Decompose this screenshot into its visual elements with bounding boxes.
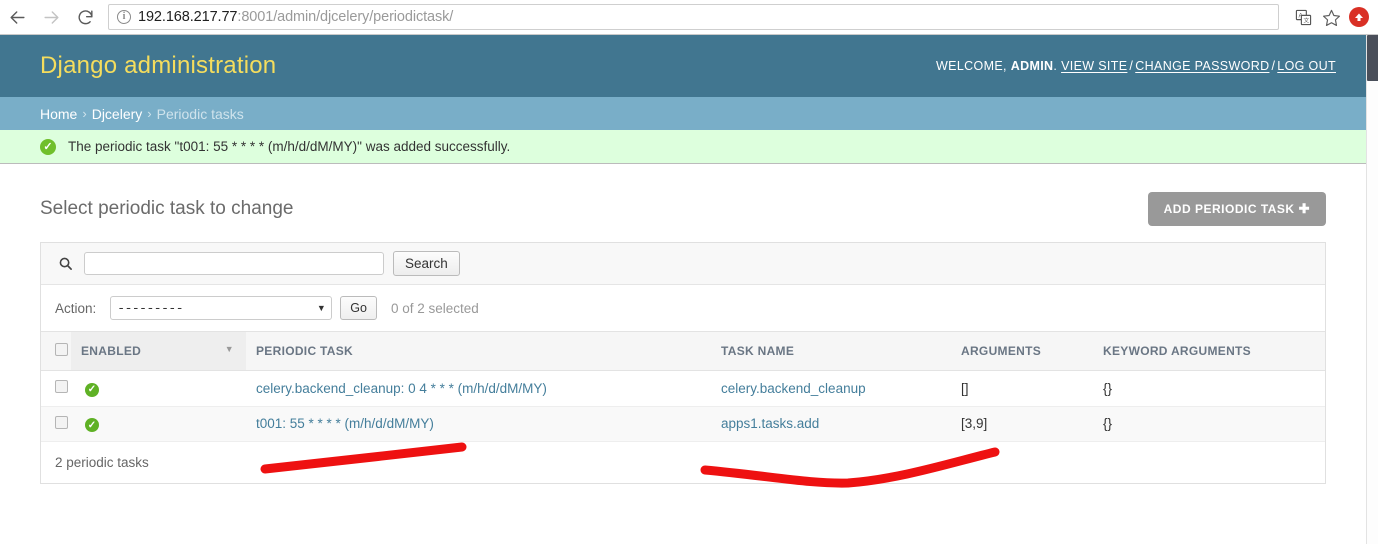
row-keyword-arguments-cell: {} xyxy=(1093,406,1325,442)
content-header: Select periodic task to change ADD PERIO… xyxy=(40,188,1326,230)
row-enabled-cell: ✓ xyxy=(71,406,246,442)
page-info-icon[interactable]: i xyxy=(117,10,131,24)
table-row: ✓ t001: 55 * * * * (m/h/d/dM/MY) apps1.t… xyxy=(41,406,1325,442)
breadcrumb-djcelery[interactable]: Djcelery xyxy=(92,106,143,122)
table-header-row: ENABLED ▼ PERIODIC TASK TASK NAME ARGUME… xyxy=(41,331,1325,371)
browser-toolbar: i 192.168.217.77:8001/admin/djcelery/per… xyxy=(0,0,1378,35)
main-content: Select periodic task to change ADD PERIO… xyxy=(0,164,1366,484)
search-button[interactable]: Search xyxy=(393,251,460,276)
selection-counter: 0 of 2 selected xyxy=(390,300,479,316)
address-bar[interactable]: i 192.168.217.77:8001/admin/djcelery/per… xyxy=(108,4,1279,30)
periodic-task-link[interactable]: celery.backend_cleanup: 0 4 * * * (m/h/d… xyxy=(256,381,547,396)
page-title: Select periodic task to change xyxy=(40,198,294,219)
task-name-link[interactable]: apps1.tasks.add xyxy=(721,416,819,431)
breadcrumb: Home › Djcelery › Periodic tasks xyxy=(0,97,1366,130)
back-button[interactable] xyxy=(0,0,34,34)
row-task-name-cell: apps1.tasks.add xyxy=(711,406,951,442)
column-header-enabled[interactable]: ENABLED ▼ xyxy=(71,331,246,371)
periodic-task-link[interactable]: t001: 55 * * * * (m/h/d/dM/MY) xyxy=(256,416,434,431)
star-icon[interactable] xyxy=(1317,2,1345,32)
changelist-panel: Search Action: --------- ▼ Go 0 of 2 sel… xyxy=(40,242,1326,484)
column-header-select-all[interactable] xyxy=(41,331,71,371)
action-select[interactable]: --------- ▼ xyxy=(110,296,333,320)
breadcrumb-separator-1: › xyxy=(82,106,87,121)
row-checkbox[interactable] xyxy=(55,380,68,394)
column-header-periodic-task[interactable]: PERIODIC TASK xyxy=(246,331,711,371)
welcome-text: WELCOME, xyxy=(935,59,1007,73)
url-host: 192.168.217.77 xyxy=(138,9,238,25)
plus-icon: ✚ xyxy=(1298,201,1310,216)
row-select-cell[interactable] xyxy=(41,370,71,407)
column-header-enabled-label: ENABLED xyxy=(81,344,142,358)
column-header-arguments[interactable]: ARGUMENTS xyxy=(951,331,1093,371)
column-header-task-name[interactable]: TASK NAME xyxy=(711,331,951,371)
row-periodic-task-cell: celery.backend_cleanup: 0 4 * * * (m/h/d… xyxy=(246,370,711,407)
row-arguments-cell: [3,9] xyxy=(951,406,1093,442)
breadcrumb-periodic-tasks: Periodic tasks xyxy=(156,105,244,122)
action-label: Action: xyxy=(55,300,97,316)
select-all-checkbox[interactable] xyxy=(55,343,68,356)
url-text: 192.168.217.77:8001/admin/djcelery/perio… xyxy=(138,9,453,25)
user-tools: WELCOME, ADMIN. VIEW SITE / CHANGE PASSWOR… xyxy=(936,59,1336,73)
success-message-text: The periodic task "t001: 55 * * * * (m/h… xyxy=(68,139,511,154)
search-input[interactable] xyxy=(84,252,384,275)
page-scrollbar[interactable] xyxy=(1366,35,1378,544)
search-icon xyxy=(55,254,75,274)
actions-bar: Action: --------- ▼ Go 0 of 2 selected xyxy=(41,285,1325,331)
add-button-label: ADD PERIODIC TASK xyxy=(1163,202,1295,216)
add-periodic-task-button[interactable]: ADD PERIODIC TASK ✚ xyxy=(1147,192,1326,226)
translate-icon[interactable]: A 文 xyxy=(1289,2,1317,32)
action-go-button[interactable]: Go xyxy=(340,296,377,320)
search-toolbar: Search xyxy=(41,243,1325,285)
page-viewport: Django administration WELCOME, ADMIN. VI… xyxy=(0,35,1366,544)
username: ADMIN xyxy=(1010,59,1054,73)
column-header-keyword-arguments[interactable]: KEYWORD ARGUMENTS xyxy=(1093,331,1325,371)
chevron-down-icon: ▼ xyxy=(316,303,326,313)
log-out-link[interactable]: LOG OUT xyxy=(1277,59,1336,73)
username-period: . xyxy=(1053,59,1058,73)
scrollbar-thumb[interactable] xyxy=(1367,35,1378,81)
task-name-link[interactable]: celery.backend_cleanup xyxy=(721,381,866,396)
reload-button[interactable] xyxy=(68,0,102,34)
forward-button[interactable] xyxy=(34,0,68,34)
row-task-name-cell: celery.backend_cleanup xyxy=(711,370,951,407)
site-title: Django administration xyxy=(40,52,277,79)
table-row: ✓ celery.backend_cleanup: 0 4 * * * (m/h… xyxy=(41,370,1325,407)
success-message: ✓ The periodic task "t001: 55 * * * * (m… xyxy=(0,130,1366,164)
update-arrow-icon[interactable] xyxy=(1349,7,1369,27)
row-keyword-arguments-cell: {} xyxy=(1093,370,1325,407)
check-icon: ✓ xyxy=(85,418,99,432)
row-periodic-task-cell: t001: 55 * * * * (m/h/d/dM/MY) xyxy=(246,406,711,442)
breadcrumb-separator-2: › xyxy=(147,106,152,121)
row-enabled-cell: ✓ xyxy=(71,370,246,407)
row-checkbox[interactable] xyxy=(55,415,68,429)
breadcrumb-home[interactable]: Home xyxy=(40,106,77,122)
django-header: Django administration WELCOME, ADMIN. VI… xyxy=(0,35,1366,97)
row-arguments-cell: [] xyxy=(951,370,1093,407)
action-select-value: --------- xyxy=(117,300,183,316)
change-password-link[interactable]: CHANGE PASSWORD xyxy=(1135,59,1269,73)
result-count: 2 periodic tasks xyxy=(41,442,1325,483)
view-site-link[interactable]: VIEW SITE xyxy=(1061,59,1127,73)
sort-descending-icon[interactable]: ▼ xyxy=(225,344,234,354)
results-table: ENABLED ▼ PERIODIC TASK TASK NAME ARGUME… xyxy=(41,331,1325,442)
check-circle-icon: ✓ xyxy=(40,138,56,155)
row-select-cell[interactable] xyxy=(41,406,71,442)
url-path: :8001/admin/djcelery/periodictask/ xyxy=(237,9,454,25)
check-icon: ✓ xyxy=(85,382,99,397)
